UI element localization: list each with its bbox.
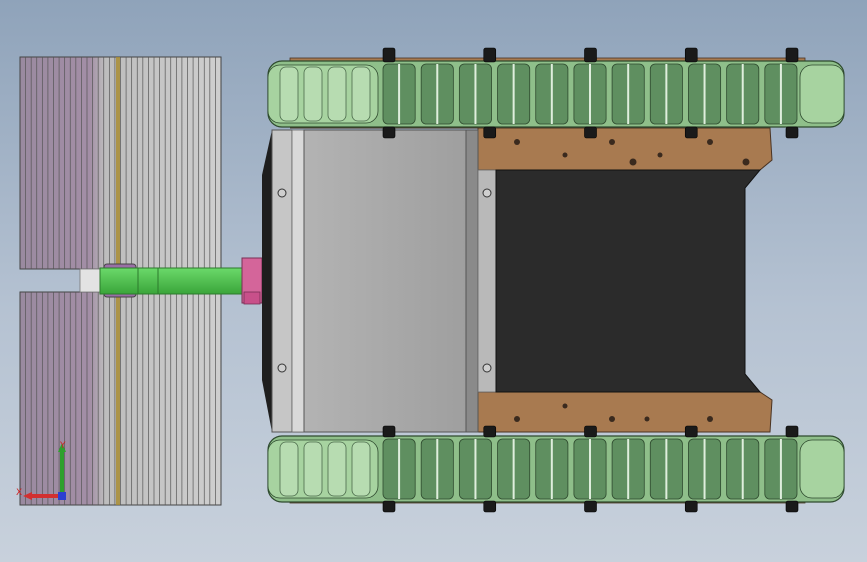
wheel-stud [785,425,799,438]
wheel-stud [684,47,698,63]
cad-graphics-viewport[interactable]: X Y [0,0,867,562]
roller-center-stripe-lower [116,292,120,505]
track-lug [279,66,299,122]
body-screw-bl [277,363,287,373]
track-lug [327,441,347,497]
wheel-stud [584,126,597,139]
wheel-stud [483,47,497,63]
wheel-stud [785,47,799,63]
roller-center-stripe-upper [116,57,120,269]
triad-y-label: Y [59,441,66,451]
chassis-body[interactable] [262,129,762,433]
wheel-stud [684,500,698,513]
track-end-right [799,439,845,499]
track-top[interactable] [267,60,845,128]
body-screw-tl [277,188,287,198]
triad-z-axis [58,492,66,500]
chassis-cavity [495,169,762,393]
wheel-stud [483,425,497,438]
wheel-stud [483,500,497,513]
wheel-stud [382,425,396,438]
body-screw-br [482,363,492,373]
track-lug [279,441,299,497]
track-lug [327,66,347,122]
wheel-stud [684,126,698,139]
wheel-stud [584,500,597,513]
robot-assembly-top-view[interactable] [0,0,867,562]
wheel-stud [483,126,497,139]
track-lug [303,66,323,122]
triad-x-label: X [16,488,22,498]
track-lug [303,441,323,497]
wheel-stud [584,425,597,438]
track-lug [351,441,371,497]
coordinate-triad-icon: X Y [16,441,66,500]
wheel-stud [785,126,799,139]
wheel-stud [382,500,396,513]
wheel-stud [584,47,597,63]
body-screw-tr [482,188,492,198]
wheel-stud [684,425,698,438]
track-bottom[interactable] [267,435,845,503]
wheel-stud [382,47,396,63]
wheel-stud [382,126,396,139]
track-lug [351,66,371,122]
wheel-stud [785,500,799,513]
track-end-right [799,64,845,124]
